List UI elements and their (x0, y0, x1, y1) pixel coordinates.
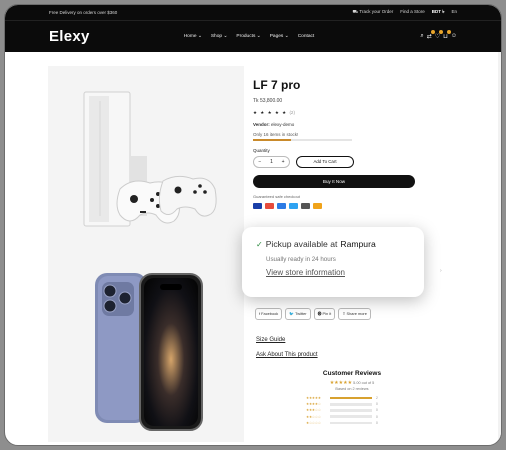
share-more-button[interactable]: ⇪ Share more (338, 308, 371, 320)
payment-icons (253, 202, 443, 209)
nav-products[interactable]: Products ⌄ (236, 34, 260, 39)
pickup-text: Pickup available at (265, 239, 338, 249)
rating-row-count: 0 (376, 402, 378, 407)
header-icons: ⌕ ⇄ ♡ ⊔ ☺ (420, 30, 457, 40)
vendor-label: Vendor: (253, 122, 270, 127)
share-pinterest-button[interactable]: ⓿ Pin it (313, 308, 336, 320)
chevron-right-icon[interactable]: › (440, 268, 442, 274)
currency-select[interactable]: BDT ৳ (432, 9, 445, 16)
top-bar: Free Delivery on orders over $360 ⛟ Trac… (5, 5, 501, 20)
find-store-link[interactable]: Find a Store (400, 9, 425, 16)
product-price: Tk 53,800.00 (253, 98, 283, 104)
customer-reviews: Customer Reviews ★★★★★ 5.00 out of 5 Bas… (302, 370, 402, 426)
payment-method-icon (277, 202, 286, 209)
rating-row-count: 0 (376, 420, 378, 425)
size-guide-link[interactable]: Size Guide (256, 337, 285, 343)
compare-icon[interactable]: ⇄ (427, 30, 435, 40)
product-info: LF 7 pro Tk 53,800.00 ★ ★ ★ ★ ★ (2) Vend… (253, 78, 443, 209)
pickup-ready-text: Usually ready in 24 hours (266, 256, 336, 263)
nav-menu: Home ⌄ Shop ⌄ Products ⌄ Pages ⌄ Contact (184, 34, 315, 39)
vendor-line: Vendor: elexy-demo (253, 122, 443, 127)
logo[interactable]: Elexy (49, 28, 90, 45)
rating-stars[interactable]: ★ ★ ★ ★ ★ (2) (253, 110, 443, 116)
check-icon: ✓ (256, 239, 263, 249)
rating-row-bar-fill (330, 396, 372, 400)
rating-row-bar (330, 421, 372, 425)
stock-text: Only 16 items in stock! (253, 132, 299, 137)
rating-row-bar (330, 403, 372, 406)
nav-contact[interactable]: Contact (298, 34, 315, 39)
qty-value[interactable]: 1 (270, 159, 273, 165)
account-icon[interactable]: ☺ (451, 33, 457, 40)
pickup-location: Rampura (340, 239, 376, 249)
share-twitter-button[interactable]: 🐦 Twitter (285, 308, 311, 320)
reviews-based: Based on 2 reviews (335, 387, 369, 391)
rating-breakdown: ★★★★★ 2 ★★★★☆ 0 ★★★☆☆ 0 ★★☆☆☆ 0 ★☆☆☆☆ 0 (302, 395, 402, 426)
rating-row-stars: ★★★★★ (306, 396, 321, 401)
payment-method-icon (265, 202, 274, 209)
scrollbar[interactable] (498, 52, 501, 445)
qty-plus-button[interactable]: + (282, 159, 285, 165)
nav-shop[interactable]: Shop ⌄ (211, 34, 228, 39)
quantity-label: Quantity (253, 147, 270, 153)
rating-row: ★☆☆☆☆ 0 (302, 420, 402, 426)
rating-row-count: 0 (376, 414, 378, 419)
payment-method-icon (253, 202, 262, 209)
pickup-availability-popup: ✓ Pickup available at Rampura Usually re… (242, 227, 424, 297)
star-icons: ★ ★ ★ ★ ★ (253, 110, 288, 115)
buy-now-button[interactable]: Buy It Now (253, 174, 415, 188)
add-to-cart-button[interactable]: Add To Cart (296, 155, 354, 168)
stock-bar-fill (253, 139, 291, 141)
track-order-label: Track your Order (359, 9, 394, 14)
promo-text: Free Delivery on orders over $360 (49, 10, 118, 15)
average-stars: ★★★★★ (329, 380, 353, 386)
reviews-summary: ★★★★★ 5.00 out of 5 (302, 380, 402, 386)
payment-method-icon (301, 202, 310, 209)
track-order-link[interactable]: ⛟ Track your Order (353, 9, 394, 16)
search-icon[interactable]: ⌕ (420, 33, 423, 40)
rating-row-count: 2 (376, 396, 378, 401)
nav-home[interactable]: Home ⌄ (184, 34, 202, 39)
vendor-name[interactable]: elexy-demo (271, 122, 294, 127)
rating-row-bar (330, 396, 372, 400)
payment-method-icon (289, 202, 298, 209)
review-count: (2) (289, 110, 295, 115)
quantity-stepper[interactable]: − 1 + (253, 155, 290, 168)
nav-pages[interactable]: Pages ⌄ (270, 34, 289, 39)
reviews-title: Customer Reviews (322, 370, 382, 377)
qty-minus-button[interactable]: − (258, 159, 261, 165)
wishlist-icon[interactable]: ♡ (435, 30, 444, 40)
rating-row-bar (330, 409, 372, 412)
product-gallery (48, 66, 244, 442)
rating-row-stars: ★★★☆☆ (306, 408, 321, 413)
pickup-line: ✓ Pickup available at Rampura (256, 239, 424, 249)
rating-row-stars: ★★☆☆☆ (306, 414, 321, 419)
share-facebook-button[interactable]: f Facebook (255, 308, 283, 320)
rating-row-stars: ★☆☆☆☆ (306, 420, 321, 425)
ask-about-product-link[interactable]: Ask About This product (256, 352, 318, 358)
payment-method-icon (313, 202, 322, 209)
average-text: 5.00 out of 5 (353, 381, 375, 385)
language-select[interactable]: En (451, 9, 457, 16)
stock-bar (253, 139, 352, 141)
rating-row-bar (330, 415, 372, 418)
product-title: LF 7 pro (253, 78, 301, 92)
cart-icon[interactable]: ⊔ (443, 30, 451, 40)
guarantee-text: Guaranteed safe checkout (253, 193, 300, 199)
rating-row-stars: ★★★★☆ (306, 402, 321, 407)
rating-row-count: 0 (376, 408, 378, 413)
main-nav: Elexy Home ⌄ Shop ⌄ Products ⌄ Pages ⌄ C… (5, 20, 501, 52)
console-image[interactable] (83, 91, 217, 227)
share-buttons: f Facebook 🐦 Twitter ⓿ Pin it ⇪ Share mo… (255, 308, 371, 320)
view-store-info-link[interactable]: View store information (256, 268, 424, 277)
phone-image[interactable] (95, 273, 203, 431)
